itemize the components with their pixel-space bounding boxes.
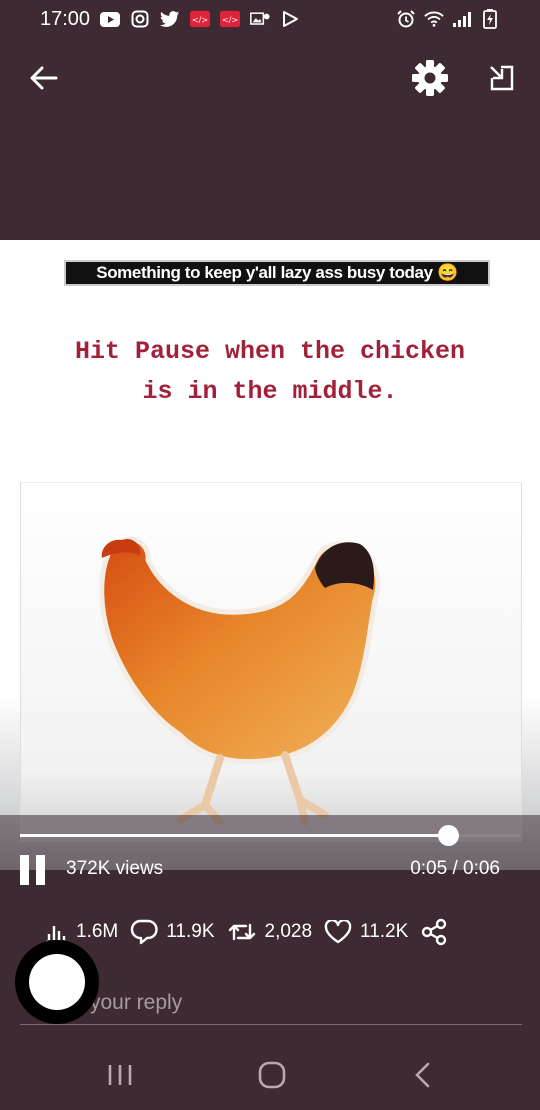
svg-text:</>: </>: [192, 15, 208, 25]
battery-icon: [480, 9, 500, 29]
headline-line-1: Hit Pause when the chicken: [74, 337, 466, 366]
recents-button[interactable]: [100, 1058, 140, 1092]
pause-button[interactable]: [20, 855, 48, 885]
app-red-icon: </>: [190, 10, 211, 28]
back-button[interactable]: [24, 58, 64, 98]
retweet-icon: [228, 923, 255, 941]
pause-icon-bar-right: [36, 855, 45, 885]
assistive-touch-inner: [29, 954, 85, 1010]
media-toolbar: [0, 50, 540, 106]
status-bar: 17:00 </> </>: [0, 0, 540, 38]
signal-icon: [452, 10, 472, 28]
gear-icon: [412, 60, 448, 96]
reply-count: 11.9K: [166, 921, 215, 942]
pause-icon-bar-left: [20, 855, 29, 885]
settings-button[interactable]: [410, 58, 450, 98]
like-button[interactable]: 11.2K: [324, 920, 408, 944]
home-button[interactable]: [252, 1058, 292, 1092]
progress-fill: [20, 834, 448, 837]
wifi-icon: [424, 10, 444, 28]
app-red-icon: </>: [220, 10, 241, 28]
exit-fullscreen-button[interactable]: [482, 58, 522, 98]
status-time: 17:00: [40, 7, 91, 30]
analytics-count: 1.6M: [76, 921, 119, 942]
assistive-touch-button[interactable]: [15, 940, 99, 1024]
gallery-icon: [250, 10, 270, 28]
play-store-icon: [280, 10, 300, 28]
status-left-icons: </> </>: [100, 10, 300, 28]
twitter-icon: [160, 10, 180, 28]
svg-text:</>: </>: [222, 15, 238, 25]
share-icon: [422, 918, 447, 946]
video-player[interactable]: Something to keep y'all lazy ass busy to…: [0, 240, 540, 870]
status-right-icons: [396, 9, 500, 29]
back-nav-button[interactable]: [403, 1058, 443, 1092]
reply-placeholder: your reply: [90, 991, 183, 1014]
home-icon: [258, 1061, 286, 1089]
system-nav-bar: [0, 1040, 540, 1110]
playback-time: 0:05 / 0:06: [410, 858, 500, 879]
alarm-icon: [396, 10, 416, 28]
arrow-left-icon: [30, 66, 58, 90]
heart-icon: [324, 920, 352, 944]
headline-line-2: is in the middle.: [142, 377, 398, 406]
view-count: 372K views: [66, 858, 164, 879]
exit-fullscreen-icon: [490, 65, 514, 91]
video-headline: Hit Pause when the chicken is in the mid…: [0, 332, 540, 412]
progress-bar[interactable]: [20, 825, 520, 846]
recents-icon: [108, 1065, 132, 1085]
video-caption: Something to keep y'all lazy ass busy to…: [64, 260, 490, 286]
chevron-left-icon: [415, 1062, 430, 1088]
share-button[interactable]: [420, 918, 448, 946]
tweet-actions: 1.6M 11.9K 2,028 11.2K: [44, 914, 504, 950]
retweet-count: 2,028: [264, 921, 313, 942]
chicken-image: [99, 536, 381, 826]
youtube-icon: [100, 10, 121, 28]
reply-bubble-icon: [131, 919, 158, 945]
reply-button[interactable]: 11.9K: [130, 919, 215, 945]
instagram-icon: [130, 10, 150, 28]
progress-handle[interactable]: [437, 825, 459, 846]
like-count: 11.2K: [360, 921, 409, 942]
retweet-button[interactable]: 2,028: [227, 920, 313, 944]
